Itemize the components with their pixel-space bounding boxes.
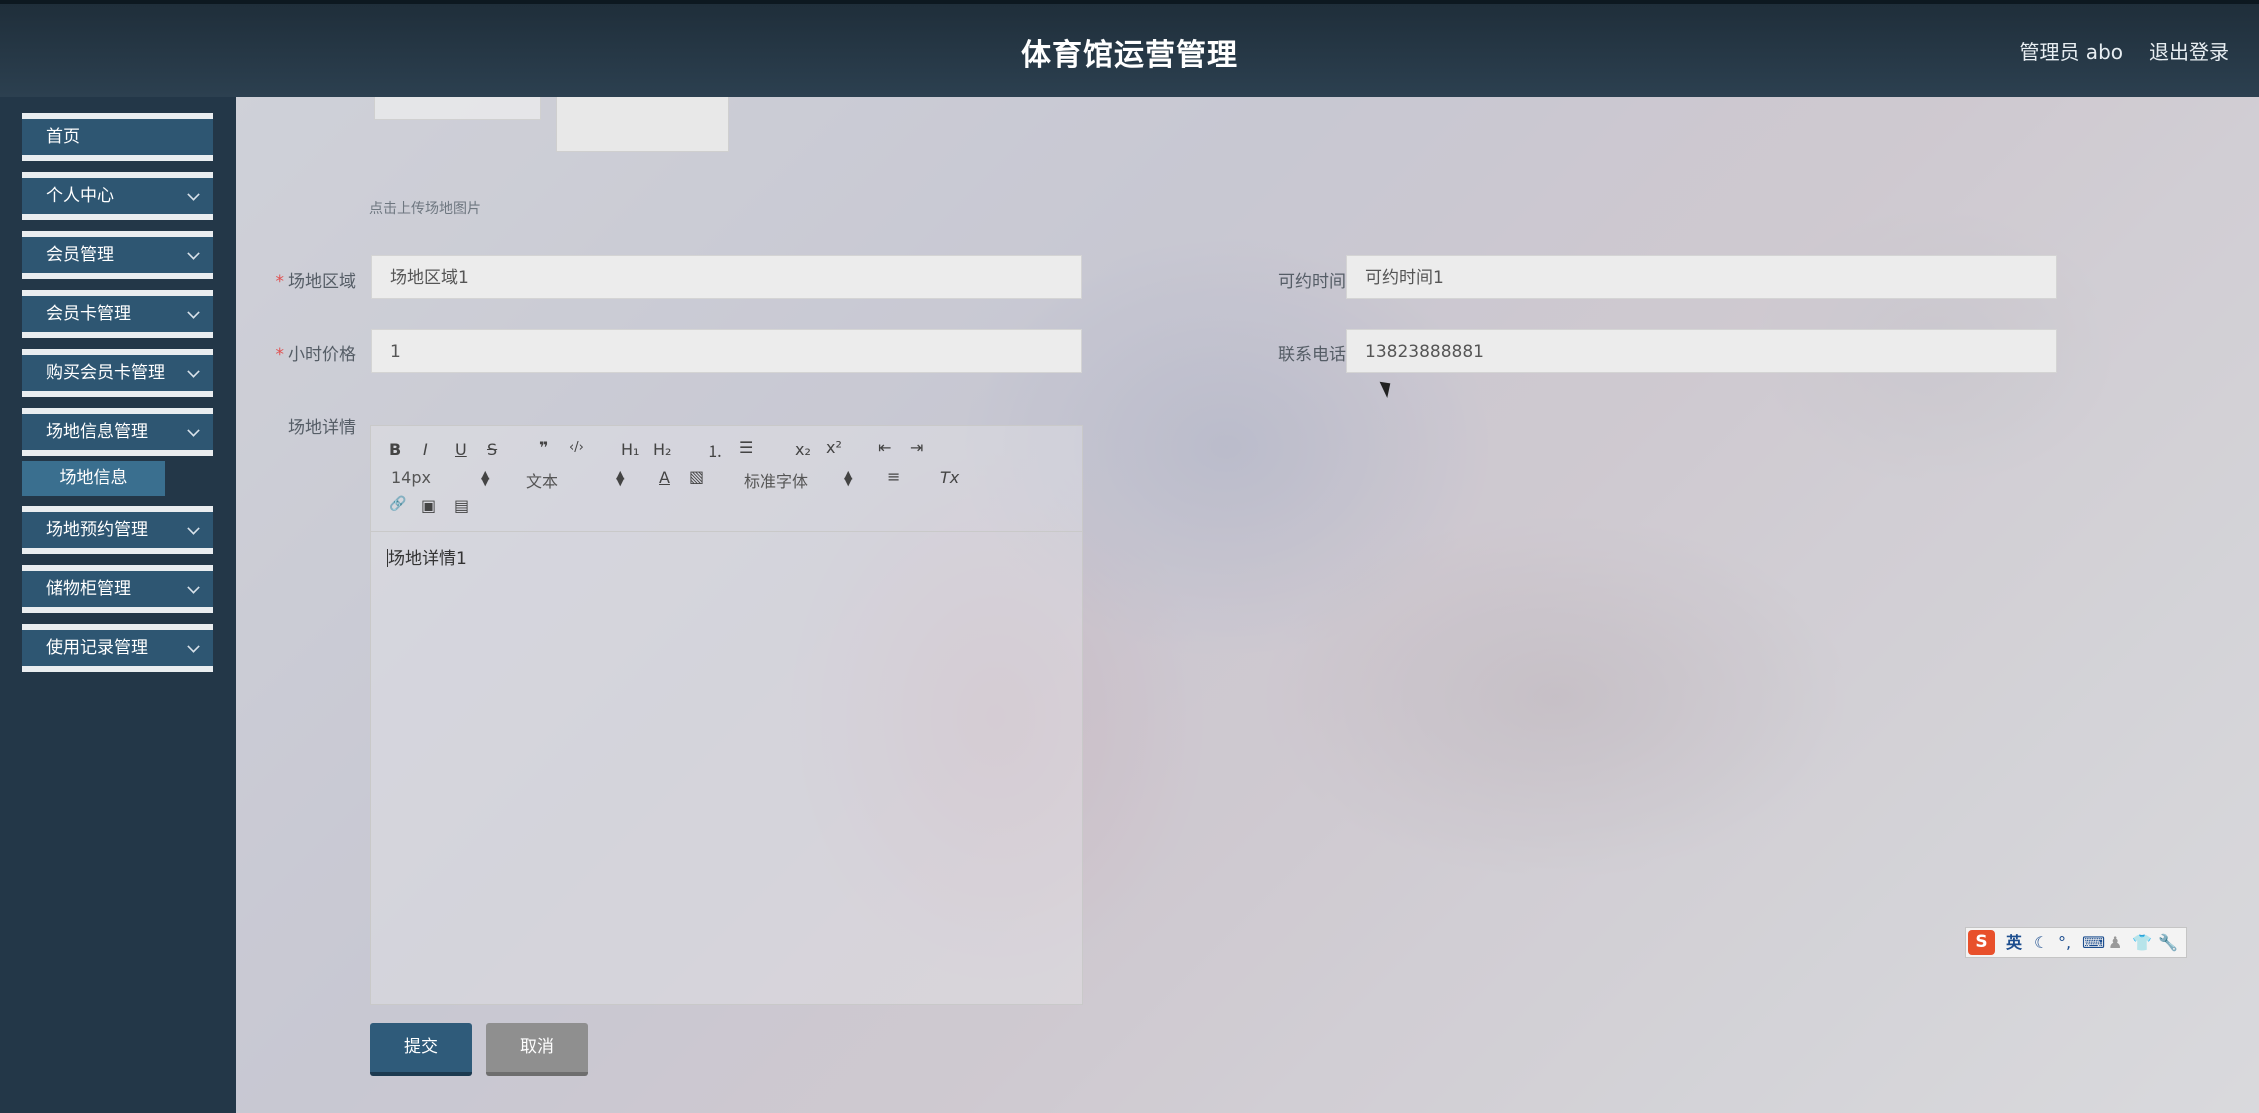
select-arrows-icon: ▲ ▼ — [844, 468, 853, 488]
top-header: 体育馆运营管理 管理员 abo 退出登录 — [0, 0, 2259, 97]
font-size-select[interactable]: 14px ▲ ▼ — [391, 468, 491, 487]
chevron-down-icon — [187, 365, 200, 378]
user-label: 管理员 abo — [2019, 40, 2123, 64]
sidebar-item-label: 会员卡管理 — [46, 304, 131, 324]
sidebar-item-home[interactable]: 首页 — [22, 113, 213, 161]
logout-link[interactable]: 退出登录 — [2149, 36, 2229, 65]
sogou-logo-icon: S — [1968, 930, 1995, 955]
underline-button[interactable]: U — [455, 440, 467, 459]
chevron-down-icon — [187, 640, 200, 653]
outdent-button[interactable]: ⇤ — [878, 438, 891, 457]
sidebar-item-card-purchase-management[interactable]: 购买会员卡管理 — [22, 349, 213, 397]
sidebar-item-label: 首页 — [46, 127, 80, 147]
heading2-button[interactable]: H₂ — [653, 440, 671, 459]
select-arrows-icon: ▲ ▼ — [616, 468, 625, 488]
image-upload-box[interactable] — [556, 97, 729, 152]
sidebar: 首页 个人中心 会员管理 会员卡管理 购买会员卡管理 场地信息管理 场地信息 场… — [0, 97, 236, 1113]
bold-button[interactable]: B — [389, 440, 401, 459]
chevron-down-icon — [187, 424, 200, 437]
editor-text: 场地详情1 — [388, 549, 467, 569]
quote-button[interactable]: ❞ — [539, 438, 548, 457]
indent-button[interactable]: ⇥ — [910, 438, 923, 457]
price-label: * 小时价格 — [246, 340, 357, 365]
time-input[interactable]: 可约时间1 — [1346, 255, 2057, 299]
subscript-button[interactable]: x₂ — [795, 440, 811, 459]
image-preview-edge — [374, 97, 541, 120]
editor-content[interactable]: 场地详情1 — [387, 544, 467, 569]
block-format-select[interactable]: 文本 ▲ ▼ — [526, 468, 626, 492]
bullet-list-button[interactable]: ☰ — [739, 438, 753, 457]
link-button[interactable]: 🔗 — [389, 496, 406, 512]
save-button[interactable]: ▤ — [454, 496, 469, 515]
ordered-list-button[interactable]: ⒈ — [707, 438, 723, 462]
main-content: 点击上传场地图片 * 场地区域 场地区域1 可约时间 可约时间1 * 小时价格 1 … — [236, 97, 2259, 1113]
cancel-button[interactable]: 取消 — [486, 1023, 588, 1076]
superscript-button[interactable]: x² — [826, 438, 842, 457]
time-label: 可约时间 — [1278, 272, 1346, 292]
punctuation-icon[interactable]: °, — [2058, 928, 2071, 957]
background-color-button[interactable]: ▧ — [689, 467, 704, 486]
required-mark: * — [275, 345, 285, 365]
required-mark: * — [275, 272, 285, 292]
sidebar-item-label: 场地信息管理 — [46, 422, 148, 442]
clear-format-button[interactable]: Tx — [940, 468, 959, 487]
submit-button[interactable]: 提交 — [370, 1023, 472, 1076]
chevron-down-icon — [187, 306, 200, 319]
shirt-icon[interactable]: 👕 — [2132, 928, 2152, 957]
chevron-down-icon — [187, 581, 200, 594]
font-family-select[interactable]: 标准字体 ▲ ▼ — [744, 468, 864, 492]
sidebar-item-venue-info-management[interactable]: 场地信息管理 — [22, 408, 213, 456]
sidebar-item-usage-record-management[interactable]: 使用记录管理 — [22, 624, 213, 672]
block-format-value: 文本 — [526, 472, 559, 491]
upload-hint: 点击上传场地图片 — [369, 201, 481, 217]
area-label: * 场地区域 — [246, 267, 357, 292]
sidebar-item-locker-management[interactable]: 储物柜管理 — [22, 565, 213, 613]
sidebar-item-label: 使用记录管理 — [46, 638, 148, 658]
sidebar-item-label: 会员管理 — [46, 245, 114, 265]
sidebar-item-label: 购买会员卡管理 — [46, 363, 165, 383]
phone-label: 联系电话 — [1278, 345, 1346, 365]
font-color-button[interactable]: A — [659, 468, 670, 487]
price-input[interactable]: 1 — [371, 329, 1082, 373]
area-input[interactable]: 场地区域1 — [371, 255, 1082, 299]
area-label-text: 场地区域 — [288, 272, 356, 292]
chevron-down-icon — [187, 188, 200, 201]
moon-icon[interactable]: ☾ — [2034, 928, 2048, 957]
chevron-down-icon — [187, 522, 200, 535]
chevron-down-icon — [187, 247, 200, 260]
detail-label: 场地详情 — [288, 418, 356, 438]
font-family-value: 标准字体 — [744, 472, 809, 491]
sidebar-item-reservation-management[interactable]: 场地预约管理 — [22, 506, 213, 554]
heading1-button[interactable]: H₁ — [621, 440, 639, 459]
sidebar-item-member-management[interactable]: 会员管理 — [22, 231, 213, 279]
sidebar-item-label: 个人中心 — [46, 186, 114, 206]
rich-text-editor: B I U S ❞ ‹/› H₁ H₂ ⒈ ☰ x₂ x² ⇤ ⇥ 14px ▲… — [370, 425, 1083, 1005]
wrench-icon[interactable]: 🔧 — [2158, 928, 2178, 957]
code-button[interactable]: ‹/› — [569, 440, 584, 455]
ime-toolbar[interactable]: S 英 ☾ °, ⌨ ♟ 👕 🔧 — [1965, 927, 2187, 958]
sidebar-item-personal-center[interactable]: 个人中心 — [22, 172, 213, 220]
price-label-text: 小时价格 — [288, 345, 356, 365]
phone-input[interactable]: 13823888881 — [1346, 329, 2057, 373]
keyboard-icon[interactable]: ⌨ — [2082, 928, 2105, 957]
sidebar-item-label: 场地预约管理 — [46, 520, 148, 540]
sidebar-item-label: 储物柜管理 — [46, 579, 131, 599]
align-button[interactable]: ≡ — [887, 467, 900, 486]
image-button[interactable]: ▣ — [421, 496, 436, 515]
select-arrows-icon: ▲ ▼ — [481, 468, 490, 488]
ime-mode-label[interactable]: 英 — [2006, 928, 2022, 957]
app-title: 体育馆运营管理 — [1021, 38, 1238, 73]
font-size-value: 14px — [391, 468, 431, 487]
sidebar-subitem-venue-info[interactable]: 场地信息 — [22, 461, 165, 496]
user-icon[interactable]: ♟ — [2108, 928, 2122, 957]
sidebar-item-member-card-management[interactable]: 会员卡管理 — [22, 290, 213, 338]
italic-button[interactable]: I — [423, 440, 428, 459]
editor-toolbar: B I U S ❞ ‹/› H₁ H₂ ⒈ ☰ x₂ x² ⇤ ⇥ 14px ▲… — [371, 426, 1082, 532]
strikethrough-button[interactable]: S — [487, 440, 497, 459]
